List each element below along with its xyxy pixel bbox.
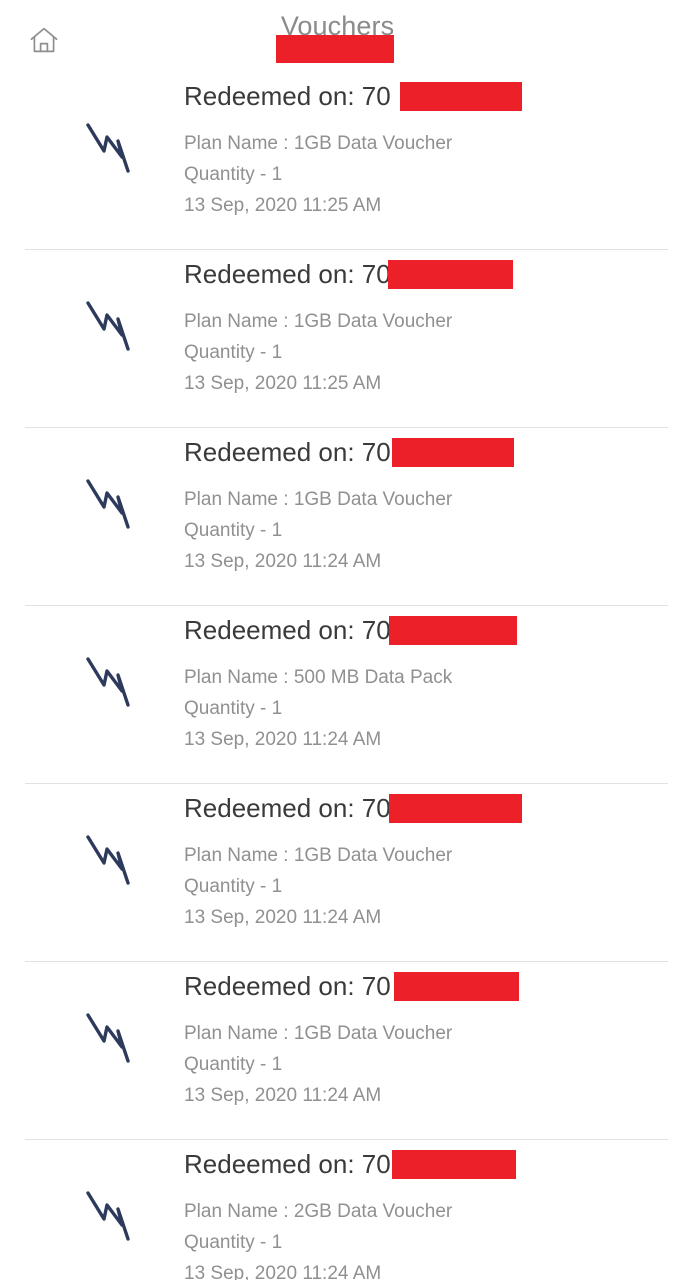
redeemed-line: Redeemed on: 70	[184, 256, 665, 292]
quantity: Quantity - 1	[184, 1054, 283, 1075]
voucher-row[interactable]: Redeemed on: 70 Plan Name : 1GB Data Vouc…	[0, 962, 675, 1140]
quantity: Quantity - 1	[184, 876, 283, 897]
voucher-row-content: Redeemed on: 70 Plan Name : 2GB Data Vouc…	[184, 1146, 665, 1280]
timestamp: 13 Sep, 2020 11:24 AM	[184, 907, 382, 928]
home-button[interactable]	[22, 18, 66, 62]
quantity: Quantity - 1	[184, 520, 283, 541]
timestamp: 13 Sep, 2020 11:24 AM	[184, 1263, 382, 1280]
redeemed-redaction	[394, 972, 519, 1001]
voucher-row-content: Redeemed on: 70 Plan Name : 1GB Data Vouc…	[184, 790, 665, 933]
plan-name: Plan Name : 1GB Data Voucher	[184, 489, 453, 510]
plan-name: Plan Name : 2GB Data Voucher	[184, 1201, 453, 1222]
vouchers-screen: Vouchers Redeemed on: 70 Plan Name : 1GB …	[0, 0, 675, 1280]
redeemed-redaction	[388, 260, 513, 289]
quantity: Quantity - 1	[184, 164, 283, 185]
redeemed-line: Redeemed on: 70	[184, 434, 665, 470]
redeemed-label: Redeemed on: 70	[184, 81, 391, 111]
voucher-row-content: Redeemed on: 70 Plan Name : 1GB Data Vouc…	[184, 256, 665, 399]
header-subtitle-redaction	[276, 35, 394, 63]
timestamp: 13 Sep, 2020 11:25 AM	[184, 195, 382, 216]
voucher-row[interactable]: Redeemed on: 70 Plan Name : 1GB Data Vouc…	[0, 784, 675, 962]
voucher-row[interactable]: Redeemed on: 70 Plan Name : 1GB Data Vouc…	[0, 428, 675, 606]
lightning-bolt-icon	[82, 651, 134, 713]
quantity: Quantity - 1	[184, 1232, 283, 1253]
redeemed-redaction	[389, 616, 517, 645]
redeemed-label: Redeemed on: 70	[184, 437, 391, 467]
voucher-row[interactable]: Redeemed on: 70 Plan Name : 1GB Data Vouc…	[0, 250, 675, 428]
voucher-row[interactable]: Redeemed on: 70 Plan Name : 500 MB Data P…	[0, 606, 675, 784]
lightning-bolt-icon	[82, 117, 134, 179]
redeemed-label: Redeemed on: 70	[184, 971, 391, 1001]
redeemed-label: Redeemed on: 70	[184, 1149, 391, 1179]
lightning-bolt-icon	[82, 473, 134, 535]
redeemed-redaction	[392, 1150, 516, 1179]
timestamp: 13 Sep, 2020 11:25 AM	[184, 373, 382, 394]
lightning-bolt-icon	[82, 1007, 134, 1069]
timestamp: 13 Sep, 2020 11:24 AM	[184, 729, 382, 750]
quantity: Quantity - 1	[184, 698, 283, 719]
timestamp: 13 Sep, 2020 11:24 AM	[184, 551, 382, 572]
home-icon	[29, 26, 59, 54]
redeemed-line: Redeemed on: 70	[184, 1146, 665, 1182]
redeemed-line: Redeemed on: 70	[184, 78, 665, 114]
redeemed-line: Redeemed on: 70	[184, 968, 665, 1004]
redeemed-label: Redeemed on: 70	[184, 615, 391, 645]
app-header: Vouchers	[0, 0, 675, 72]
voucher-row-content: Redeemed on: 70 Plan Name : 1GB Data Vouc…	[184, 434, 665, 577]
plan-name: Plan Name : 1GB Data Voucher	[184, 1023, 453, 1044]
redeemed-label: Redeemed on: 70	[184, 259, 391, 289]
redeemed-redaction	[400, 82, 522, 111]
redeemed-redaction	[389, 794, 522, 823]
plan-name: Plan Name : 1GB Data Voucher	[184, 133, 453, 154]
redeemed-line: Redeemed on: 70	[184, 790, 665, 826]
quantity: Quantity - 1	[184, 342, 283, 363]
voucher-row-content: Redeemed on: 70 Plan Name : 500 MB Data P…	[184, 612, 665, 755]
plan-name: Plan Name : 1GB Data Voucher	[184, 311, 453, 332]
redeemed-redaction	[392, 438, 514, 467]
voucher-row-content: Redeemed on: 70 Plan Name : 1GB Data Vouc…	[184, 968, 665, 1111]
voucher-row-content: Redeemed on: 70 Plan Name : 1GB Data Vouc…	[184, 78, 665, 221]
redeemed-line: Redeemed on: 70	[184, 612, 665, 648]
lightning-bolt-icon	[82, 1185, 134, 1247]
lightning-bolt-icon	[82, 295, 134, 357]
plan-name: Plan Name : 500 MB Data Pack	[184, 667, 453, 688]
timestamp: 13 Sep, 2020 11:24 AM	[184, 1085, 382, 1106]
redeemed-label: Redeemed on: 70	[184, 793, 391, 823]
voucher-row[interactable]: Redeemed on: 70 Plan Name : 2GB Data Vouc…	[0, 1140, 675, 1280]
voucher-row[interactable]: Redeemed on: 70 Plan Name : 1GB Data Vouc…	[0, 72, 675, 250]
plan-name: Plan Name : 1GB Data Voucher	[184, 845, 453, 866]
lightning-bolt-icon	[82, 829, 134, 891]
voucher-list[interactable]: Redeemed on: 70 Plan Name : 1GB Data Vouc…	[0, 72, 675, 1280]
